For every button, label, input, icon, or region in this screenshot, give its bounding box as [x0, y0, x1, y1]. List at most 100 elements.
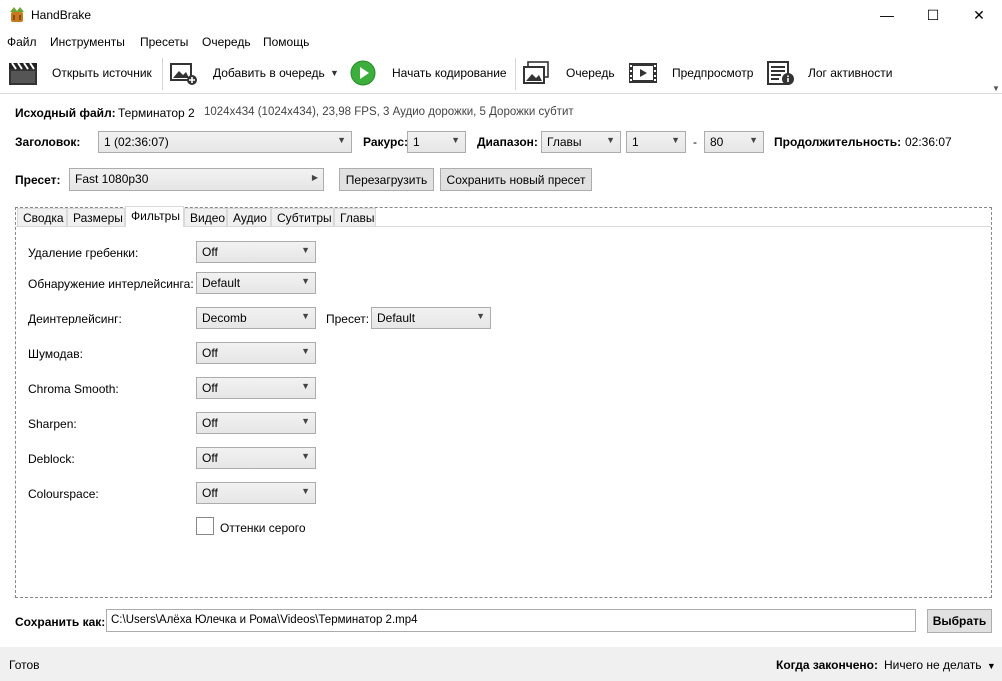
start-encode-button[interactable]: Начать кодирование	[392, 66, 507, 80]
range-type-value: Главы	[547, 135, 582, 149]
activity-log-button[interactable]: Лог активности	[808, 66, 892, 80]
sharpen-select[interactable]: Off ▼	[196, 412, 316, 434]
chevron-down-icon: ▼	[476, 311, 485, 321]
chevron-down-icon: ▼	[301, 276, 310, 286]
angle-select-value: 1	[413, 135, 420, 149]
reload-preset-button[interactable]: Перезагрузить	[339, 168, 434, 191]
interlace-detect-value: Default	[202, 276, 241, 290]
detelecine-select[interactable]: Off ▼	[196, 241, 316, 263]
chevron-down-icon: ▼	[337, 135, 346, 145]
range-label: Диапазон:	[477, 135, 538, 149]
queue-icon[interactable]	[522, 60, 552, 86]
title-select[interactable]: 1 (02:36:07) ▼	[98, 131, 352, 153]
deinterlace-value: Decomb	[202, 311, 247, 325]
tab-dimensions[interactable]: Размеры	[67, 208, 125, 226]
interlace-detect-label: Обнаружение интерлейсинга:	[28, 277, 194, 291]
range-from-value: 1	[632, 135, 639, 149]
tab-summary[interactable]: Сводка	[17, 208, 67, 226]
tab-video[interactable]: Видео	[184, 208, 227, 226]
deinterlace-preset-value: Default	[377, 311, 416, 325]
when-done-select[interactable]: Ничего не делать ▼	[884, 658, 996, 672]
clapperboard-icon[interactable]	[8, 60, 38, 86]
tab-chapters[interactable]: Главы	[334, 208, 376, 226]
tab-filters[interactable]: Фильтры	[125, 206, 184, 227]
play-icon[interactable]	[350, 60, 376, 86]
deinterlace-select[interactable]: Decomb ▼	[196, 307, 316, 329]
maximize-button[interactable]: ☐	[910, 0, 956, 30]
deinterlace-label: Деинтерлейсинг:	[28, 312, 122, 326]
minimize-button[interactable]: —	[864, 0, 910, 30]
status-text: Готов	[9, 658, 40, 672]
toolbar-separator	[515, 58, 516, 90]
film-preview-icon[interactable]	[628, 60, 658, 86]
interlace-detect-select[interactable]: Default ▼	[196, 272, 316, 294]
menu-tools[interactable]: Инструменты	[50, 35, 125, 49]
range-to-select[interactable]: 80 ▼	[704, 131, 764, 153]
deblock-label: Deblock:	[28, 452, 75, 466]
chroma-smooth-select[interactable]: Off ▼	[196, 377, 316, 399]
detelecine-value: Off	[202, 245, 218, 259]
denoise-select[interactable]: Off ▼	[196, 342, 316, 364]
chevron-down-icon: ▼	[301, 245, 310, 255]
chevron-right-icon: ▶	[311, 173, 318, 182]
colourspace-select[interactable]: Off ▼	[196, 482, 316, 504]
denoise-value: Off	[202, 346, 218, 360]
chevron-down-icon: ▼	[301, 311, 310, 321]
toolbar-separator	[162, 58, 163, 90]
preset-select[interactable]: Fast 1080p30 ▶	[69, 168, 324, 191]
add-to-queue-button[interactable]: Добавить в очередь	[213, 66, 325, 80]
tab-subtitles[interactable]: Субтитры	[271, 208, 334, 226]
deinterlace-preset-select[interactable]: Default ▼	[371, 307, 491, 329]
source-name: Терминатор 2	[118, 106, 195, 120]
open-source-button[interactable]: Открыть источник	[52, 66, 152, 80]
range-from-select[interactable]: 1 ▼	[626, 131, 686, 153]
detelecine-label: Удаление гребенки:	[28, 246, 139, 260]
duration-label: Продолжительность:	[774, 135, 902, 149]
duration-value: 02:36:07	[905, 135, 952, 149]
chroma-smooth-value: Off	[202, 381, 218, 395]
menu-file[interactable]: Файл	[7, 35, 37, 49]
source-info: 1024x434 (1024x434), 23,98 FPS, 3 Аудио …	[204, 106, 574, 118]
deblock-value: Off	[202, 451, 218, 465]
title-bar	[0, 0, 1002, 30]
chevron-down-icon: ▼	[301, 451, 310, 461]
save-path-input[interactable]: C:\Users\Алёха Юлечка и Рома\Videos\Терм…	[106, 609, 916, 632]
chevron-down-icon: ▼	[986, 661, 996, 671]
preset-select-value: Fast 1080p30	[75, 172, 149, 186]
chevron-down-icon: ▼	[301, 381, 310, 391]
range-to-value: 80	[710, 135, 724, 149]
menu-presets[interactable]: Пресеты	[140, 35, 188, 49]
maximize-icon: ☐	[926, 6, 940, 23]
deinterlace-preset-label: Пресет:	[326, 312, 370, 326]
browse-button[interactable]: Выбрать	[927, 609, 992, 633]
log-icon[interactable]	[766, 60, 796, 86]
tab-audio[interactable]: Аудио	[227, 208, 271, 226]
sharpen-value: Off	[202, 416, 218, 430]
chevron-down-icon: ▼	[749, 135, 758, 145]
denoise-label: Шумодав:	[28, 347, 83, 361]
toolbar-overflow-icon[interactable]: ▼	[992, 84, 1000, 93]
angle-select[interactable]: 1 ▼	[407, 131, 466, 153]
grayscale-label: Оттенки серого	[220, 521, 306, 535]
menu-queue[interactable]: Очередь	[202, 35, 251, 49]
grayscale-checkbox[interactable]	[196, 517, 214, 535]
menu-help[interactable]: Помощь	[263, 35, 309, 49]
title-label: Заголовок:	[15, 135, 81, 149]
add-queue-icon[interactable]	[169, 60, 199, 86]
close-button[interactable]: ✕	[956, 0, 1002, 30]
angle-label: Ракурс:	[363, 135, 409, 149]
queue-button[interactable]: Очередь	[566, 66, 615, 80]
save-new-preset-button[interactable]: Сохранить новый пресет	[440, 168, 592, 191]
window-title: HandBrake	[31, 8, 92, 22]
range-type-select[interactable]: Главы ▼	[541, 131, 621, 153]
colourspace-label: Colourspace:	[28, 487, 99, 501]
sharpen-label: Sharpen:	[28, 417, 77, 431]
preset-label: Пресет:	[15, 173, 61, 187]
add-queue-dropdown-icon[interactable]: ▼	[330, 68, 339, 78]
preview-button[interactable]: Предпросмотр	[672, 66, 753, 80]
chevron-down-icon: ▼	[606, 135, 615, 145]
source-label: Исходный файл:	[15, 106, 116, 120]
deblock-select[interactable]: Off ▼	[196, 447, 316, 469]
minimize-icon: —	[880, 7, 894, 23]
chevron-down-icon: ▼	[451, 135, 460, 145]
